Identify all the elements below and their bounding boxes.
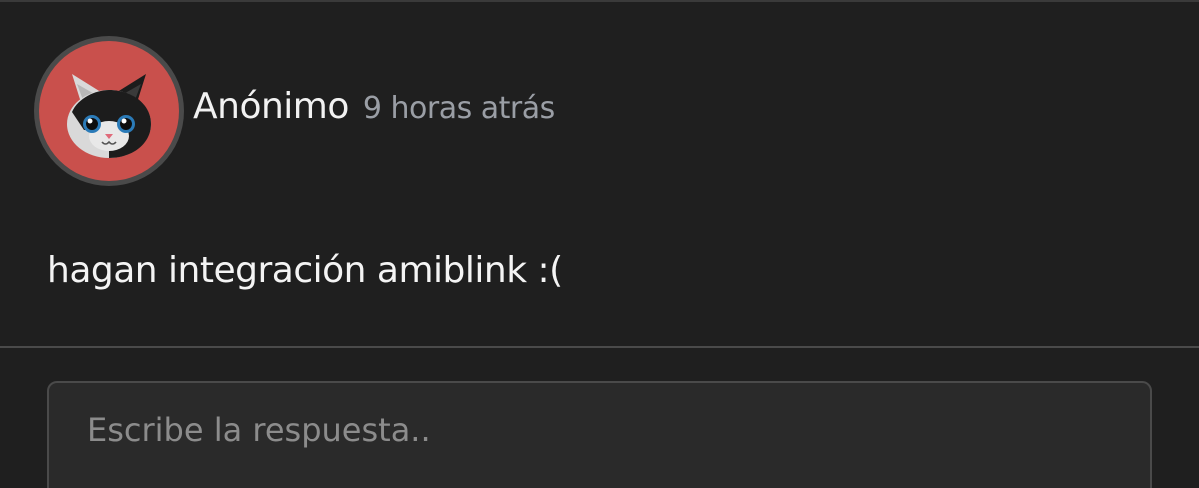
comment-thread: Anónimo 9 horas atrás hagan integración … [0, 0, 1199, 488]
author-name[interactable]: Anónimo [193, 86, 349, 127]
comment-card: Anónimo 9 horas atrás hagan integración … [0, 2, 1199, 346]
reply-input[interactable] [47, 381, 1152, 488]
comment-text: hagan integración amiblink :( [47, 250, 563, 291]
avatar[interactable] [32, 34, 186, 188]
comment-timestamp: 9 horas atrás [362, 91, 555, 126]
divider [0, 346, 1199, 348]
cat-avatar-icon [34, 36, 184, 186]
comment-meta: Anónimo 9 horas atrás [193, 86, 555, 127]
